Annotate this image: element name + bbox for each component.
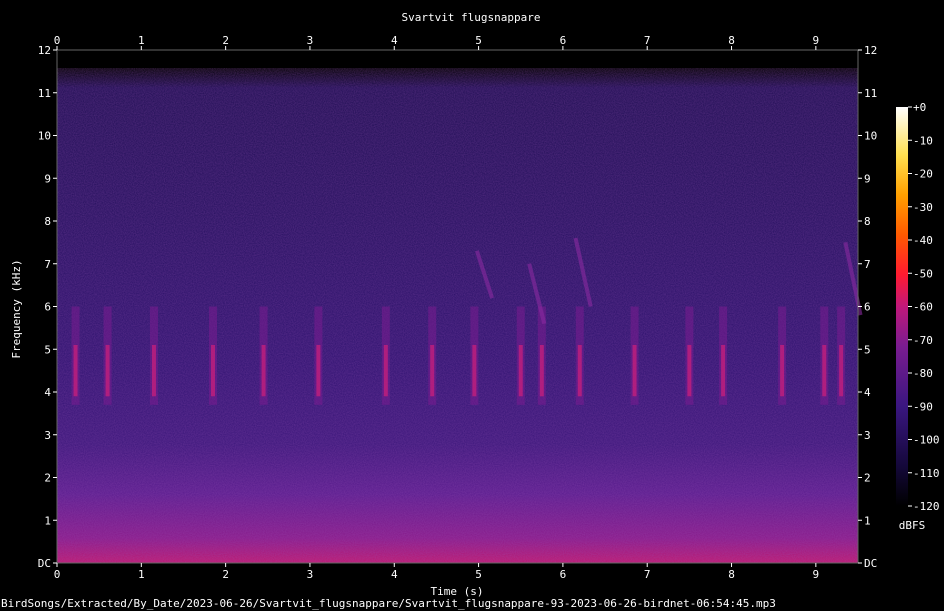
x-tick-label-top: 7	[644, 34, 651, 47]
call-streak-core	[472, 344, 477, 397]
y-tick-label-right: 5	[864, 343, 871, 356]
y-tick-label-left: 6	[44, 301, 51, 314]
call-streak-core	[822, 344, 827, 397]
file-path-caption: BirdSongs/Extracted/By_Date/2023-06-26/S…	[1, 597, 776, 610]
y-ticks-right: DC123456789101112	[858, 44, 877, 570]
colorbar-tick-label: -80	[913, 367, 933, 380]
y-tick-label-left: 7	[44, 258, 51, 271]
spectrogram-figure: Svartvit flugsnappare 0123456789 0123456…	[10, 11, 940, 598]
y-tick-label-right: 2	[864, 472, 871, 485]
y-tick-label-left: 4	[44, 386, 51, 399]
colorbar-tick-label: -120	[913, 500, 940, 513]
call-streak-core	[105, 344, 110, 397]
y-tick-label-right: 6	[864, 301, 871, 314]
x-tick-label-bottom: 7	[644, 568, 651, 581]
colorbar-tick-label: -60	[913, 301, 933, 314]
call-streak-core	[151, 344, 156, 397]
x-tick-label-top: 4	[391, 34, 398, 47]
spectrogram-noise	[57, 68, 858, 563]
y-tick-label-left: 3	[44, 429, 51, 442]
colorbar-tick-label: -70	[913, 334, 933, 347]
colorbar-label: dBFS	[899, 519, 926, 532]
call-streak-core	[539, 344, 544, 397]
call-streak-core	[721, 344, 726, 397]
y-tick-label-right: 8	[864, 215, 871, 228]
y-tick-label-left: 12	[38, 44, 51, 57]
x-tick-label-bottom: 5	[475, 568, 482, 581]
x-tick-label-top: 0	[54, 34, 61, 47]
x-tick-label-top: 8	[728, 34, 735, 47]
y-tick-label-left: 9	[44, 172, 51, 185]
call-streak-core	[518, 344, 523, 397]
x-tick-label-bottom: 1	[138, 568, 145, 581]
y-tick-label-right: 11	[864, 87, 877, 100]
y-tick-label-left: DC	[38, 557, 51, 570]
y-ticks-left: DC123456789101112	[38, 44, 57, 570]
x-tick-label-bottom: 3	[307, 568, 314, 581]
call-streak-core	[383, 344, 388, 397]
x-tick-label-top: 3	[307, 34, 314, 47]
y-tick-label-left: 1	[44, 514, 51, 527]
colorbar-tick-label: -30	[913, 201, 933, 214]
y-tick-label-left: 5	[44, 343, 51, 356]
spectrogram-plot	[56, 49, 863, 564]
call-streak-core	[430, 344, 435, 397]
x-tick-label-top: 6	[560, 34, 567, 47]
y-tick-label-right: DC	[864, 557, 877, 570]
call-streak-core	[577, 344, 582, 397]
call-streak-core	[73, 344, 78, 397]
colorbar-tick-label: +0	[913, 101, 926, 114]
call-streak-core	[839, 344, 844, 397]
call-streak-core	[316, 344, 321, 397]
colorbar-ticks: +0 -10 -20 -30 -40 -50 -60 -70 -80 -90 -100 -110 -12…	[908, 101, 940, 513]
colorbar-tick-label: -40	[913, 234, 933, 247]
y-tick-label-right: 1	[864, 514, 871, 527]
x-tick-label-bottom: 6	[560, 568, 567, 581]
y-tick-label-right: 3	[864, 429, 871, 442]
colorbar: +0 -10 -20 -30 -40 -50 -60 -70 -80 -90 -100 -110 -12…	[896, 101, 940, 532]
x-tick-label-bottom: 2	[222, 568, 229, 581]
y-tick-label-right: 10	[864, 130, 877, 143]
y-tick-label-left: 8	[44, 215, 51, 228]
colorbar-tick-label: -20	[913, 168, 933, 181]
chart-title: Svartvit flugsnappare	[401, 11, 540, 24]
x-tick-label-bottom: 8	[728, 568, 735, 581]
x-tick-label-top: 9	[813, 34, 820, 47]
x-tick-label-top: 1	[138, 34, 145, 47]
call-streak-core	[632, 344, 637, 397]
y-tick-label-right: 7	[864, 258, 871, 271]
y-tick-label-left: 2	[44, 472, 51, 485]
colorbar-gradient	[896, 107, 908, 506]
x-tick-label-top: 2	[222, 34, 229, 47]
call-streak-core	[687, 344, 692, 397]
colorbar-tick-label: -10	[913, 134, 933, 147]
x-tick-label-bottom: 4	[391, 568, 398, 581]
x-ticks-top: 0 1 2 3 4 5 6 7 8 9	[54, 34, 819, 50]
y-tick-label-right: 12	[864, 44, 877, 57]
colorbar-tick-label: -110	[913, 467, 940, 480]
x-ticks-bottom: 0 1 2 3 4 5 6 7 8 9	[54, 563, 819, 581]
call-streak-core	[210, 344, 215, 397]
y-tick-label-right: 4	[864, 386, 871, 399]
x-tick-label-bottom: 9	[813, 568, 820, 581]
y-tick-label-left: 10	[38, 130, 51, 143]
y-tick-label-right: 9	[864, 172, 871, 185]
call-streak-core	[780, 344, 785, 397]
colorbar-tick-label: -50	[913, 267, 933, 280]
y-axis-label: Frequency (kHz)	[10, 259, 23, 358]
x-tick-label-top: 5	[475, 34, 482, 47]
x-tick-label-bottom: 0	[54, 568, 61, 581]
y-tick-label-left: 11	[38, 87, 51, 100]
colorbar-tick-label: -90	[913, 400, 933, 413]
colorbar-tick-label: -100	[913, 434, 940, 447]
call-streak-core	[261, 344, 266, 397]
